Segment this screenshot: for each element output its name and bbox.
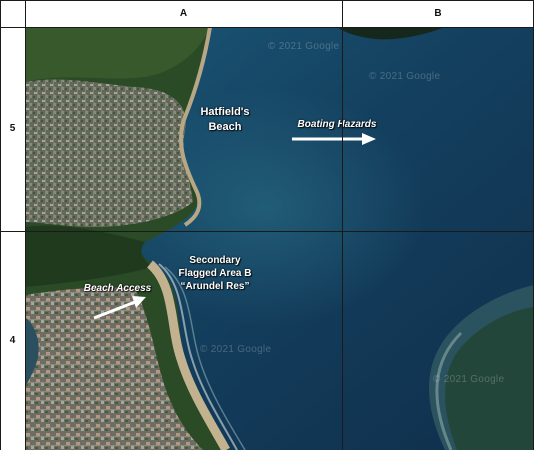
hatfields-beach-label: Hatfield's Beach: [190, 105, 260, 135]
grid-line-row: [0, 231, 534, 232]
grid-line-column: [342, 0, 343, 450]
secondary-flagged-area-line1: Secondary: [189, 255, 241, 266]
row-header-4: 4: [0, 231, 25, 450]
column-header-a: A: [25, 0, 342, 27]
google-watermark: © 2021 Google: [268, 41, 340, 52]
grid-border-top: [0, 0, 534, 1]
google-watermark: © 2021 Google: [200, 344, 272, 355]
google-watermark: © 2021 Google: [433, 374, 505, 385]
grid-line-row-label: [25, 0, 26, 450]
right-arrow-icon: [93, 296, 146, 320]
column-header-b: B: [342, 0, 534, 27]
secondary-flagged-area-line2: Flagged Area B: [178, 268, 252, 279]
hatfields-beach-label-line1: Hatfield's: [200, 106, 250, 118]
corner-cell: [0, 0, 25, 27]
hatfields-beach-label-line2: Beach: [208, 121, 242, 133]
right-arrow-icon: [292, 133, 376, 145]
secondary-flagged-area-label: Secondary Flagged Area B “Arundel Res”: [155, 254, 275, 293]
grid-border-left: [0, 0, 1, 450]
google-watermark: © 2021 Google: [369, 71, 441, 82]
satellite-map[interactable]: © 2021 Google © 2021 Google © 2021 Googl…: [25, 27, 534, 450]
map-grid-frame: A B 5 4 © 2021 Google © 2021 Google © 20…: [0, 0, 534, 450]
satellite-image: [25, 27, 534, 450]
boating-hazards-label: Boating Hazards: [297, 119, 377, 130]
secondary-flagged-area-line3: “Arundel Res”: [180, 281, 250, 292]
grid-line-header: [0, 27, 534, 28]
row-header-5: 5: [0, 27, 25, 231]
